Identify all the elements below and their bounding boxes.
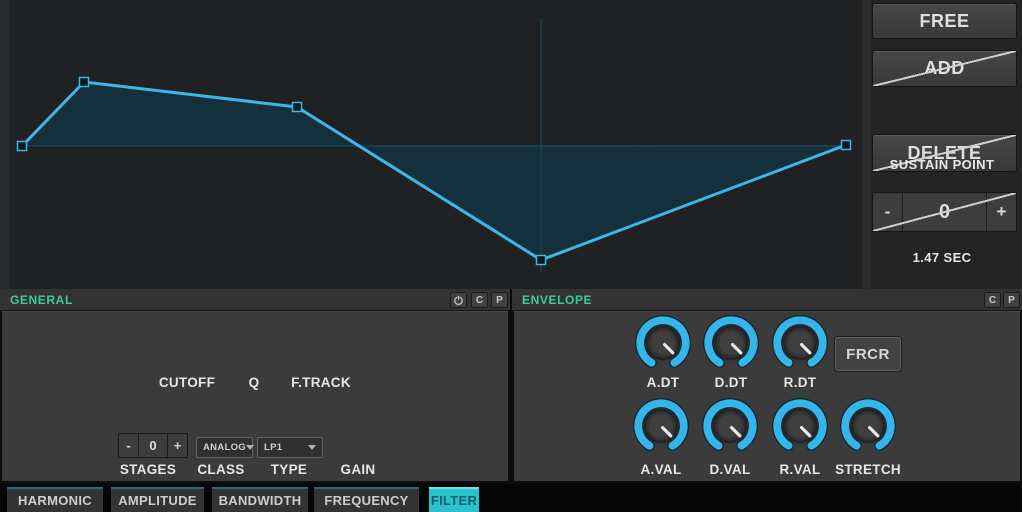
general-copy-button[interactable]: C xyxy=(471,292,488,308)
knob-dial-icon xyxy=(839,397,897,455)
caret-down-icon xyxy=(246,445,254,450)
frcr-toggle-button[interactable]: FRCR xyxy=(835,337,901,371)
release-value-knob[interactable] xyxy=(771,397,829,455)
tab-harmonic[interactable]: HARMONIC xyxy=(7,487,103,512)
stages-decrement-button[interactable]: - xyxy=(119,434,138,457)
ftrack-label: F.TRACK xyxy=(276,375,366,390)
tab-bandwidth[interactable]: BANDWIDTH xyxy=(212,487,308,512)
knob-dial-icon xyxy=(771,397,829,455)
spectrum-tab-bar: HARMONIC AMPLITUDE BANDWIDTH FREQUENCY F… xyxy=(0,485,1022,512)
graph-left-edge xyxy=(0,0,9,289)
tab-amplitude[interactable]: AMPLITUDE xyxy=(111,487,204,512)
envelope-sidebar: FREE ADD DELETE SUSTAIN POINT - 0 + 1.47… xyxy=(862,0,1022,289)
envelope-panel-header: ENVELOPE C P xyxy=(512,289,1022,311)
sustain-decrement-button[interactable]: - xyxy=(873,193,902,231)
knob-dial-icon xyxy=(701,397,759,455)
gain-label: GAIN xyxy=(313,462,403,477)
release-time-knob[interactable] xyxy=(771,314,829,372)
attack-value-knob[interactable] xyxy=(632,397,690,455)
synth-filter-window: FREE ADD DELETE SUSTAIN POINT - 0 + 1.47… xyxy=(0,0,1022,512)
tab-frequency[interactable]: FREQUENCY xyxy=(314,487,419,512)
knob-dial-icon xyxy=(771,314,829,372)
stages-value[interactable]: 0 xyxy=(138,434,168,457)
envelope-copy-button[interactable]: C xyxy=(984,292,1001,308)
general-panel-title: GENERAL xyxy=(10,293,73,307)
caret-down-icon xyxy=(308,445,316,450)
stretch-knob[interactable] xyxy=(839,397,897,455)
stages-stepper[interactable]: - 0 + xyxy=(118,433,188,458)
rdt-label: R.DT xyxy=(755,375,845,390)
general-paste-button[interactable]: P xyxy=(491,292,508,308)
sustain-point-value[interactable]: 0 xyxy=(902,193,987,231)
envelope-editor[interactable] xyxy=(0,0,862,289)
power-button[interactable] xyxy=(450,292,467,308)
envelope-panel-body xyxy=(514,311,1020,481)
general-panel-header: GENERAL C P xyxy=(0,289,510,311)
knob-dial-icon xyxy=(632,397,690,455)
attack-time-knob[interactable] xyxy=(634,314,692,372)
envelope-paste-button[interactable]: P xyxy=(1003,292,1020,308)
general-panel-body xyxy=(2,311,508,481)
stretch-label: STRETCH xyxy=(823,462,913,477)
knob-dial-icon xyxy=(634,314,692,372)
power-icon xyxy=(453,295,464,306)
decay-time-knob[interactable] xyxy=(702,314,760,372)
type-dropdown[interactable]: LP1 xyxy=(257,437,323,458)
tab-filter[interactable]: FILTER xyxy=(429,487,479,512)
add-button[interactable]: ADD xyxy=(872,50,1017,87)
class-dropdown-value: ANALOG xyxy=(203,442,246,453)
knob-dial-icon xyxy=(702,314,760,372)
sustain-point-label: SUSTAIN POINT xyxy=(862,157,1022,172)
envelope-curve-canvas[interactable] xyxy=(0,0,862,289)
free-button[interactable]: FREE xyxy=(872,3,1017,39)
sustain-point-stepper[interactable]: - 0 + xyxy=(872,192,1017,232)
sidebar-left-edge xyxy=(862,0,871,289)
envelope-panel-title: ENVELOPE xyxy=(522,293,592,307)
class-dropdown[interactable]: ANALOG xyxy=(196,437,253,458)
envelope-duration-label: 1.47 SEC xyxy=(862,250,1022,265)
stages-increment-button[interactable]: + xyxy=(168,434,187,457)
decay-value-knob[interactable] xyxy=(701,397,759,455)
type-dropdown-value: LP1 xyxy=(264,442,282,453)
sustain-increment-button[interactable]: + xyxy=(987,193,1016,231)
